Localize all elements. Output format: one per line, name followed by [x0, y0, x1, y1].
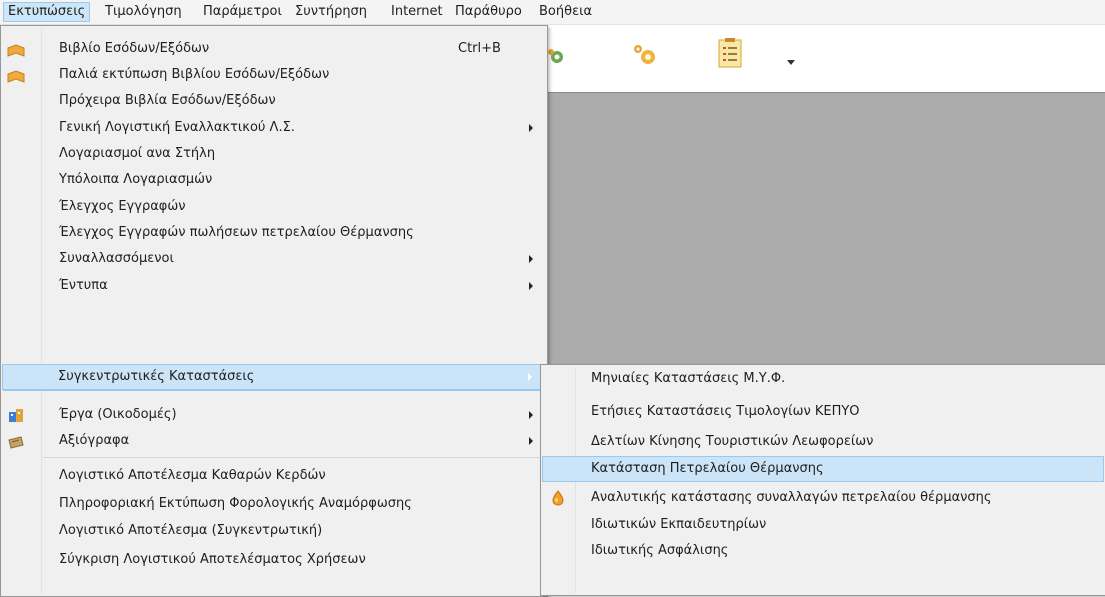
submenu-item-label: Αναλυτικής κατάστασης συναλλαγών πετρελα…	[591, 490, 992, 505]
submenu-item-private-schools[interactable]: Ιδιωτικών Εκπαιδευτηρίων	[542, 512, 1104, 538]
submenu-item-label: Ετήσιες Καταστάσεις Τιμολογίων ΚΕΠΥΟ	[591, 404, 860, 419]
submenu-item-heating-oil-statement[interactable]: Κατάσταση Πετρελαίου Θέρμανσης	[542, 456, 1104, 482]
summary-statements-submenu: Μηνιαίες Καταστάσεις Μ.Υ.Φ. Ετήσιες Κατα…	[540, 364, 1105, 596]
menu-item-label: Συγκεντρωτικές Καταστάσεις	[58, 369, 255, 384]
menubar: Εκτυπώσεις Τιμολόγηση Παράμετροι Συντήρη…	[0, 0, 1105, 25]
menu-item-label: Έλεγχος Εγγραφών πωλήσεων πετρελαίου Θέρ…	[59, 225, 414, 240]
submenu-item-private-insurance[interactable]: Ιδιωτικής Ασφάλισης	[542, 538, 1104, 564]
submenu-item-label: Ιδιωτικής Ασφάλισης	[591, 543, 729, 558]
menu-item-securities[interactable]: Αξιόγραφα	[3, 428, 545, 454]
menu-window[interactable]: Παράθυρο	[451, 3, 526, 21]
menu-item-draft-books[interactable]: Πρόχειρα Βιβλία Εσόδων/Εξόδων	[3, 88, 545, 114]
menu-item-label: Πληροφοριακή Εκτύπωση Φορολογικής Αναμόρ…	[59, 496, 412, 511]
gears-icon[interactable]	[631, 42, 661, 72]
submenu-arrow-icon	[529, 255, 533, 263]
submenu-item-label: Μηνιαίες Καταστάσεις Μ.Υ.Φ.	[591, 371, 786, 386]
menu-item-label: Υπόλοιπα Λογαριασμών	[59, 172, 213, 187]
submenu-item-label: Κατάσταση Πετρελαίου Θέρμανσης	[591, 461, 824, 476]
menu-parameters[interactable]: Παράμετροι	[199, 3, 286, 21]
menu-item-accounts-per-column[interactable]: Λογαριασμοί ανα Στήλη	[3, 141, 545, 167]
menu-internet[interactable]: Internet	[387, 3, 447, 21]
menu-item-results-comparison[interactable]: Σύγκριση Λογιστικού Αποτελέσματος Χρήσεω…	[3, 547, 545, 573]
menu-invoicing[interactable]: Τιμολόγηση	[101, 3, 186, 21]
menu-item-label: Λογαριασμοί ανα Στήλη	[59, 146, 216, 161]
menu-separator	[43, 457, 543, 458]
submenu-item-monthly-myf[interactable]: Μηνιαίες Καταστάσεις Μ.Υ.Φ.	[542, 366, 1104, 392]
submenu-arrow-icon	[529, 411, 533, 419]
menu-item-label: Πρόχειρα Βιβλία Εσόδων/Εξόδων	[59, 93, 276, 108]
report-list-icon[interactable]	[718, 38, 742, 72]
submenu-arrow-icon	[529, 124, 533, 132]
menu-item-counterparties[interactable]: Συναλλασσόμενοι	[3, 246, 545, 272]
submenu-arrow-icon	[528, 373, 532, 381]
cheque-icon	[7, 434, 25, 460]
submenu-item-heating-oil-detailed[interactable]: Αναλυτικής κατάστασης συναλλαγών πετρελα…	[542, 485, 1104, 511]
menu-item-label: Λογιστικό Αποτέλεσμα Καθαρών Κερδών	[59, 468, 326, 483]
menu-item-label: Έντυπα	[59, 278, 108, 293]
menu-item-summary-statements[interactable]: Συγκεντρωτικές Καταστάσεις	[2, 364, 544, 390]
menu-printouts[interactable]: Εκτυπώσεις	[3, 2, 91, 22]
menu-item-label: Σύγκριση Λογιστικού Αποτελέσματος Χρήσεω…	[59, 552, 366, 567]
submenu-item-label: Ιδιωτικών Εκπαιδευτηρίων	[591, 517, 767, 532]
menu-maintenance[interactable]: Συντήρηση	[291, 3, 371, 21]
menu-item-label: Έλεγχος Εγγραφών	[59, 199, 186, 214]
menu-item-label: Αξιόγραφα	[59, 433, 130, 448]
submenu-item-annual-kepyo[interactable]: Ετήσιες Καταστάσεις Τιμολογίων ΚΕΠΥΟ	[542, 399, 1104, 425]
menu-item-income-expense-book[interactable]: Βιβλίο Εσόδων/Εξόδων Ctrl+B	[3, 36, 545, 62]
menu-item-label: Παλιά εκτύπωση Βιβλίου Εσόδων/Εξόδων	[59, 67, 330, 82]
menu-item-label: Γενική Λογιστική Εναλλακτικού Λ.Σ.	[59, 120, 295, 135]
dropdown-arrow-icon[interactable]	[787, 55, 795, 70]
menu-item-general-accounting-alt[interactable]: Γενική Λογιστική Εναλλακτικού Λ.Σ.	[3, 115, 545, 141]
menu-item-shortcut: Ctrl+B	[458, 41, 501, 56]
menu-item-entries-check[interactable]: Έλεγχος Εγγραφών	[3, 194, 545, 220]
menu-item-accounting-result-summary[interactable]: Λογιστικό Αποτέλεσμα (Συγκεντρωτική)	[3, 518, 545, 544]
menu-item-heating-oil-entries-check[interactable]: Έλεγχος Εγγραφών πωλήσεων πετρελαίου Θέρ…	[3, 220, 545, 246]
menu-item-forms[interactable]: Έντυπα	[3, 273, 545, 299]
menu-item-label: Συναλλασσόμενοι	[59, 251, 174, 266]
submenu-item-tourist-bus-slips[interactable]: Δελτίων Κίνησης Τουριστικών Λεωφορείων	[542, 429, 1104, 455]
submenu-arrow-icon	[529, 437, 533, 445]
menu-item-label: Λογιστικό Αποτέλεσμα (Συγκεντρωτική)	[59, 523, 323, 538]
submenu-arrow-icon	[529, 282, 533, 290]
menu-item-old-book-print[interactable]: Παλιά εκτύπωση Βιβλίου Εσόδων/Εξόδων	[3, 62, 545, 88]
menu-item-account-balances[interactable]: Υπόλοιπα Λογαριασμών	[3, 167, 545, 193]
menu-item-tax-adjustment-print[interactable]: Πληροφοριακή Εκτύπωση Φορολογικής Αναμόρ…	[3, 491, 545, 517]
menu-item-label: Έργα (Οικοδομές)	[59, 407, 177, 422]
gear-green-icon[interactable]	[547, 47, 567, 71]
menu-item-label: Βιβλίο Εσόδων/Εξόδων	[59, 41, 210, 56]
printouts-dropdown-menu: Βιβλίο Εσόδων/Εξόδων Ctrl+B Παλιά εκτύπω…	[0, 25, 548, 597]
menu-help[interactable]: Βοήθεια	[535, 3, 596, 21]
menu-item-net-profit-result[interactable]: Λογιστικό Αποτέλεσμα Καθαρών Κερδών	[3, 463, 545, 489]
submenu-item-label: Δελτίων Κίνησης Τουριστικών Λεωφορείων	[591, 434, 874, 449]
menu-item-projects-buildings[interactable]: Έργα (Οικοδομές)	[3, 402, 545, 428]
